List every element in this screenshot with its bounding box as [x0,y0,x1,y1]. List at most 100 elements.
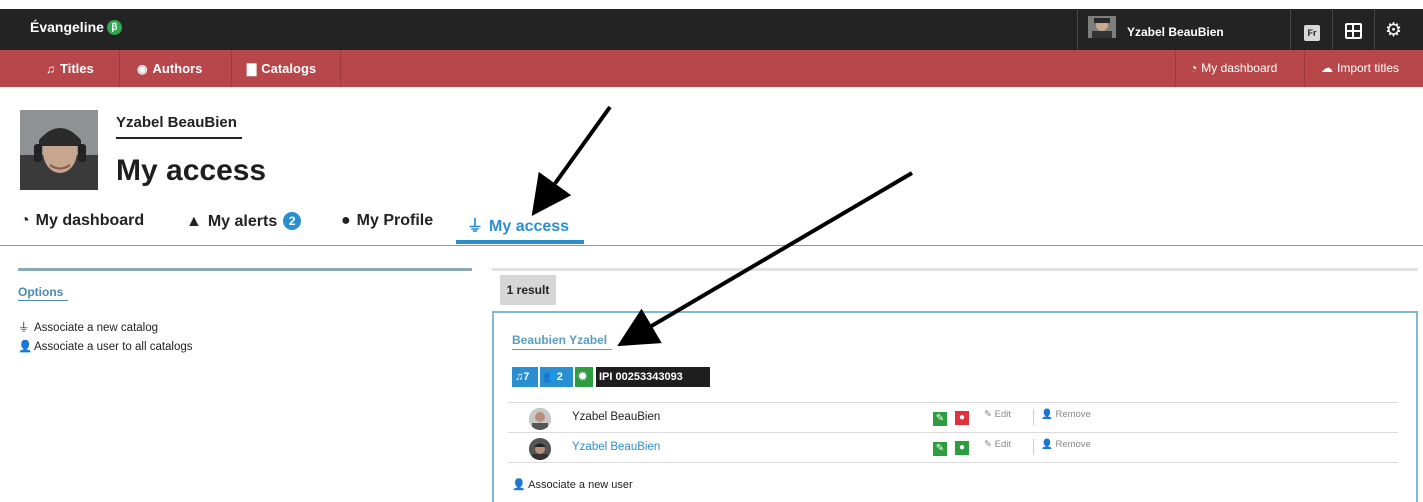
avatar [1088,16,1116,38]
edit-label: Edit [994,409,1011,420]
tab-my-alerts[interactable]: ▲ My alerts 2 [186,212,302,231]
list-item: Yzabel BeauBien ✎ ● ✎ Edit 👤 Remove [508,432,1398,463]
result-count: 1 result [500,275,556,305]
tab-my-access-label: My access [489,218,570,235]
edit-link[interactable]: ✎ Edit [984,409,1011,420]
user-name-link[interactable]: Yzabel BeauBien [572,441,660,453]
associate-user-all-link[interactable]: 👤 Associate a user to all catalogs [18,339,193,353]
grid-icon [1345,23,1362,39]
avatar [529,408,551,430]
profile-name[interactable]: Yzabel BeauBien [116,114,237,131]
beta-badge: β [106,20,122,35]
cloud-upload-icon: ☁ [1321,61,1333,75]
titles-badge[interactable]: ♫7 [512,367,538,387]
action-separator [1033,439,1034,455]
language-button[interactable]: Fr [1291,9,1333,50]
pencil-icon: ✎ [984,439,995,450]
music-note-icon: ♫ [46,62,55,76]
options-title: Options [18,285,64,299]
tab-my-access[interactable]: ⏚ My access [467,212,569,236]
titles-count: 7 [523,371,530,383]
remove-user-icon: 👤 [1041,439,1056,450]
status-badge[interactable]: ✹ [575,367,593,387]
remove-link[interactable]: 👤 Remove [1041,409,1091,420]
associate-new-user-link[interactable]: 👤 Associate a new user [512,478,633,491]
plug-icon: ⏚ [18,322,30,334]
nav-catalogs[interactable]: ▇ Catalogs [232,50,341,87]
profile-name-underline [116,137,242,139]
app-name: Évangeline [30,19,104,35]
book-icon: ▇ [247,62,257,76]
music-note-icon: ♫ [515,371,524,383]
remove-label: Remove [1055,439,1091,450]
language-label: Fr [1304,25,1320,41]
remove-user-icon: 👤 [1041,409,1056,420]
profile-avatar [20,110,98,190]
ipi-number: IPI 00253343093 [599,371,683,383]
action-separator [1033,409,1034,425]
top-edge [0,0,1423,9]
nav-titles-label: Titles [60,61,94,76]
edit-permissions-icon[interactable]: ✎ [933,412,947,426]
page-title: My access [116,154,267,187]
top-bar: Évangeline β Yzabel BeauBien Fr ⚙ [0,0,1423,50]
settings-button[interactable]: ⚙ [1375,9,1417,50]
pencil-icon: ✎ [984,409,995,420]
remove-link[interactable]: 👤 Remove [1041,439,1091,450]
options-top-border [18,268,472,271]
dashboard-icon: ◔ [1190,61,1198,75]
edit-link[interactable]: ✎ Edit [984,439,1011,450]
user-status-icon[interactable]: ● [955,411,969,425]
user-menu[interactable]: Yzabel BeauBien [1077,9,1291,50]
nav-catalogs-label: Catalogs [261,61,317,76]
associate-catalog-label: Associate a new catalog [34,322,159,334]
tab-my-profile[interactable]: ● My Profile [341,212,433,230]
results-top-border [492,268,1418,271]
nav-titles[interactable]: ♫ Titles [0,50,120,87]
user-status-icon[interactable]: ● [955,441,969,455]
ipi-badge: IPI 00253343093 [596,367,710,387]
active-tab-indicator [456,240,584,244]
associate-new-user-label: Associate a new user [528,479,633,491]
list-item: Yzabel BeauBien ✎ ● ✎ Edit 👤 Remove [508,402,1398,433]
avatar [529,438,551,460]
warning-icon: ▲ [186,213,202,230]
users-icon: 👥 [543,371,557,383]
nav-import-titles-label: Import titles [1337,61,1400,75]
dashboard-icon: ◔ [20,212,30,229]
tab-my-dashboard-label: My dashboard [35,212,145,229]
app-brand[interactable]: Évangeline β [30,19,122,35]
card-title[interactable]: Beaubien Yzabel [512,333,607,347]
associate-user-all-label: Associate a user to all catalogs [34,341,193,353]
associate-catalog-link[interactable]: ⏚ Associate a new catalog [18,319,158,335]
nav-my-dashboard[interactable]: ◔ My dashboard [1175,50,1304,87]
apps-button[interactable] [1333,9,1375,50]
add-user-icon: 👤 [512,479,529,491]
user-icon: ● [341,212,351,229]
options-title-underline [18,300,68,301]
user-circle-icon: ◉ [137,62,148,76]
nav-my-dashboard-label: My dashboard [1201,61,1278,75]
add-user-icon: 👤 [18,341,33,353]
arrow-to-tab [531,105,612,216]
edit-permissions-icon[interactable]: ✎ [933,442,947,456]
edit-label: Edit [994,439,1011,450]
tab-my-dashboard[interactable]: ◔ My dashboard [20,212,144,230]
remove-label: Remove [1055,409,1091,420]
plug-icon: ⏚ [467,218,484,235]
card-title-underline [512,349,612,350]
user-name: Yzabel BeauBien [1127,25,1224,39]
badge-icon: ✹ [578,371,588,383]
nav-import-titles[interactable]: ☁ Import titles [1304,50,1423,87]
result-card: Beaubien Yzabel ♫7 👥2 ✹ IPI 00253343093 … [492,311,1418,502]
users-count: 2 [556,371,563,383]
nav-authors-label: Authors [152,61,203,76]
gear-icon: ⚙ [1385,20,1403,41]
users-badge[interactable]: 👥2 [540,367,573,387]
tabs-divider [0,245,1423,246]
profile-tabs: ◔ My dashboard ▲ My alerts 2 ● My Profile ⏚ M… [0,205,1423,247]
main-nav: ♫ Titles ◉ Authors ▇ Catalogs ◔ My dashboard… [0,50,1423,87]
nav-authors[interactable]: ◉ Authors [120,50,232,87]
alerts-count-badge: 2 [283,212,302,230]
user-name: Yzabel BeauBien [572,411,661,423]
